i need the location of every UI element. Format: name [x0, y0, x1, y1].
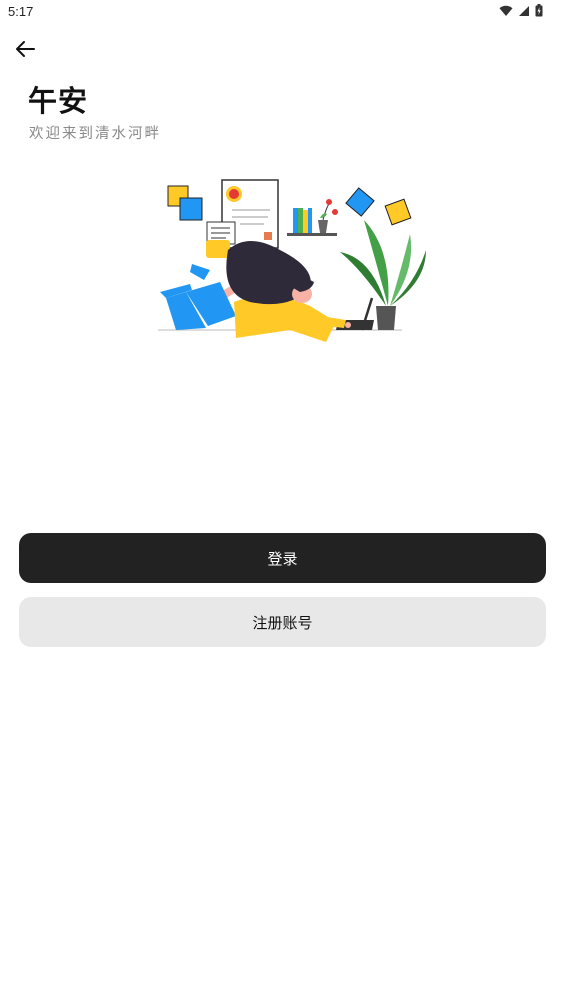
status-icons: [499, 4, 543, 17]
woman-with-laptop-illustration: [158, 179, 426, 342]
signal-icon: [519, 5, 529, 16]
wifi-icon: [499, 5, 513, 16]
back-button[interactable]: [14, 38, 40, 60]
battery-icon: [535, 4, 543, 17]
status-bar: 5:17: [0, 0, 565, 24]
arrow-left-icon: [16, 41, 35, 57]
welcome-subtitle: 欢迎来到清水河畔: [29, 126, 161, 142]
status-time: 5:17: [8, 4, 34, 19]
login-button[interactable]: 登录: [19, 533, 546, 583]
page-title: 午安: [28, 84, 89, 118]
register-button[interactable]: 注册账号: [19, 597, 546, 647]
